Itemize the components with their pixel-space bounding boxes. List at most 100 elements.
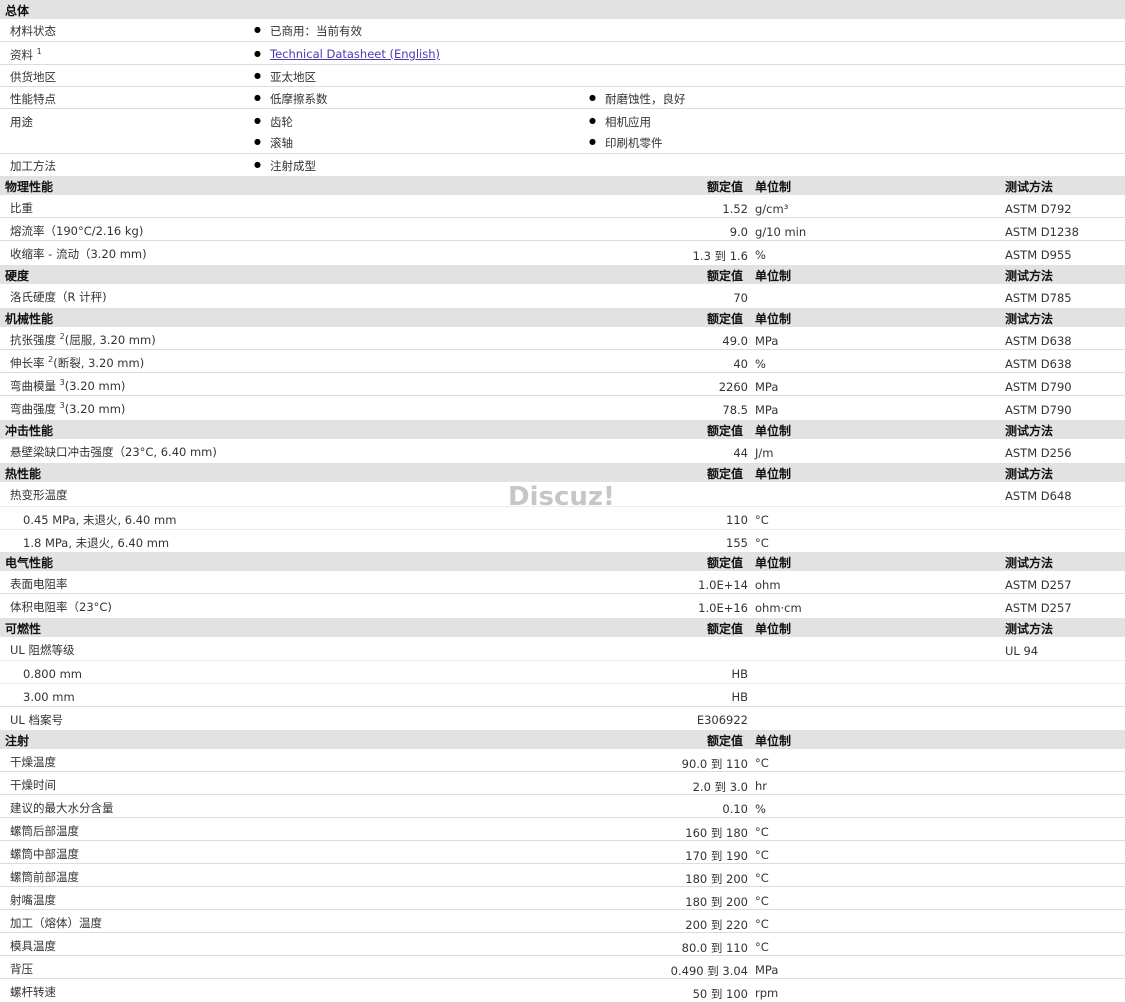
col-header-value: 额定值: [707, 312, 744, 326]
property-label: 熔流率（190°C/2.16 kg): [10, 224, 144, 238]
property-label: 弯曲强度 3(3.20 mm): [10, 401, 126, 416]
col-header-unit: 单位制: [755, 734, 792, 748]
table-row: 3.00 mm HB: [0, 684, 1125, 707]
test-method: ASTM D638: [1005, 334, 1072, 348]
col-header-unit: 单位制: [755, 622, 792, 636]
table-row: 0.800 mm HB: [0, 661, 1125, 684]
property-unit: MPa: [755, 403, 779, 417]
table-row: 螺筒前部温度 180 到 200 °C: [0, 864, 1125, 887]
list-item: 印刷机零件: [589, 135, 662, 151]
table-row: 射嘴温度 180 到 200 °C: [0, 887, 1125, 910]
list-item: Technical Datasheet (English): [254, 47, 440, 61]
col-header-value: 额定值: [707, 180, 744, 194]
col-header-value: 额定值: [707, 424, 744, 438]
property-value: 160 到 180: [685, 826, 748, 840]
property-value: 1.0E+16: [698, 601, 748, 615]
col-header-value: 额定值: [707, 269, 744, 283]
property-label: UL 档案号: [10, 713, 63, 727]
property-label: 抗张强度 2(屈服, 3.20 mm): [10, 332, 156, 347]
table-row: 洛氏硬度（R 计秤) 70 ASTM D785: [0, 284, 1125, 308]
test-method: ASTM D790: [1005, 380, 1072, 394]
property-unit: %: [755, 248, 766, 262]
section-header-injection: 注射 额定值 单位制: [0, 730, 1125, 749]
property-unit: %: [755, 357, 766, 371]
section-title: 物理性能: [5, 180, 54, 194]
general-row-docs: 资料 1 Technical Datasheet (English): [0, 42, 1125, 65]
property-value: 0.10: [722, 802, 748, 816]
property-unit: °C: [755, 536, 769, 550]
list-item: 滚轴: [254, 135, 293, 151]
property-unit: °C: [755, 756, 769, 770]
row-label: 资料 1: [10, 47, 42, 62]
test-method: ASTM D790: [1005, 403, 1072, 417]
property-unit: °C: [755, 940, 769, 954]
table-row: 螺筒后部温度 160 到 180 °C: [0, 818, 1125, 841]
row-label: 用途: [10, 115, 33, 129]
col-header-method: 测试方法: [1005, 269, 1054, 283]
test-method: ASTM D257: [1005, 601, 1072, 615]
property-unit: ohm: [755, 578, 781, 592]
section-header-hardness: 硬度 额定值 单位制 测试方法: [0, 265, 1125, 284]
property-label: 0.45 MPa, 未退火, 6.40 mm: [23, 513, 177, 527]
property-label: 1.8 MPa, 未退火, 6.40 mm: [23, 536, 170, 550]
table-row: 干燥时间 2.0 到 3.0 hr: [0, 772, 1125, 795]
table-row: 干燥温度 90.0 到 110 °C: [0, 749, 1125, 772]
property-value: 80.0 到 110: [681, 941, 748, 955]
property-unit: rpm: [755, 986, 779, 1000]
property-label: 加工（熔体）温度: [10, 916, 102, 930]
property-label: 弯曲模量 3(3.20 mm): [10, 378, 126, 393]
general-row-region: 供货地区 亚太地区: [0, 65, 1125, 87]
property-value: E306922: [696, 713, 748, 727]
col-header-unit: 单位制: [755, 556, 792, 570]
property-label: 干燥时间: [10, 778, 56, 792]
property-value: 9.0: [729, 225, 748, 239]
section-header-mechanical: 机械性能 额定值 单位制 测试方法: [0, 308, 1125, 327]
property-value: HB: [731, 690, 748, 704]
technical-datasheet-link[interactable]: Technical Datasheet (English): [270, 47, 440, 61]
section-header-physical: 物理性能 额定值 单位制 测试方法: [0, 176, 1125, 195]
property-value: 40: [733, 357, 748, 371]
test-method: ASTM D1238: [1005, 225, 1079, 239]
col-header-value: 额定值: [707, 622, 744, 636]
section-header-impact: 冲击性能 额定值 单位制 测试方法: [0, 420, 1125, 439]
general-row-uses: 用途 齿轮 相机应用 滚轴 印刷机零件: [0, 109, 1125, 154]
property-value: 90.0 到 110: [681, 757, 748, 771]
property-value: 200 到 220: [685, 918, 748, 932]
property-label: 建议的最大水分含量: [10, 801, 114, 815]
property-value: 170 到 190: [685, 849, 748, 863]
col-header-unit: 单位制: [755, 467, 792, 481]
property-value: 180 到 200: [685, 895, 748, 909]
table-row: 熔流率（190°C/2.16 kg) 9.0 g/10 min ASTM D12…: [0, 218, 1125, 241]
row-label: 材料状态: [10, 24, 56, 38]
test-method: UL 94: [1005, 644, 1039, 658]
col-header-method: 测试方法: [1005, 180, 1054, 194]
property-value: 1.52: [722, 202, 748, 216]
col-header-value: 额定值: [707, 467, 744, 481]
row-label: 供货地区: [10, 70, 56, 84]
col-header-value: 额定值: [707, 734, 744, 748]
test-method: ASTM D638: [1005, 357, 1072, 371]
list-item: 相机应用: [589, 114, 651, 130]
col-header-method: 测试方法: [1005, 424, 1054, 438]
section-title: 可燃性: [5, 622, 42, 636]
list-item: 齿轮: [254, 114, 293, 130]
property-label: 表面电阻率: [10, 577, 68, 591]
property-unit: ohm·cm: [755, 601, 802, 615]
property-unit: g/10 min: [755, 225, 807, 239]
property-value: 1.3 到 1.6: [692, 249, 748, 263]
property-value: 49.0: [722, 334, 748, 348]
property-value: 44: [733, 446, 748, 460]
watermark: Discuz!: [508, 482, 615, 512]
property-value: 1.0E+14: [698, 578, 748, 592]
property-unit: %: [755, 802, 766, 816]
property-label: 螺筒前部温度: [10, 870, 79, 884]
col-header-unit: 单位制: [755, 269, 792, 283]
property-unit: °C: [755, 825, 769, 839]
property-label: 体积电阻率（23°C): [10, 600, 112, 614]
col-header-unit: 单位制: [755, 180, 792, 194]
table-row: UL 阻燃等级 UL 94: [0, 637, 1125, 661]
property-value: 78.5: [722, 403, 748, 417]
property-label: 收缩率 - 流动（3.20 mm): [10, 247, 147, 261]
property-unit: g/cm³: [755, 202, 789, 216]
table-row: 表面电阻率 1.0E+14 ohm ASTM D257: [0, 571, 1125, 594]
